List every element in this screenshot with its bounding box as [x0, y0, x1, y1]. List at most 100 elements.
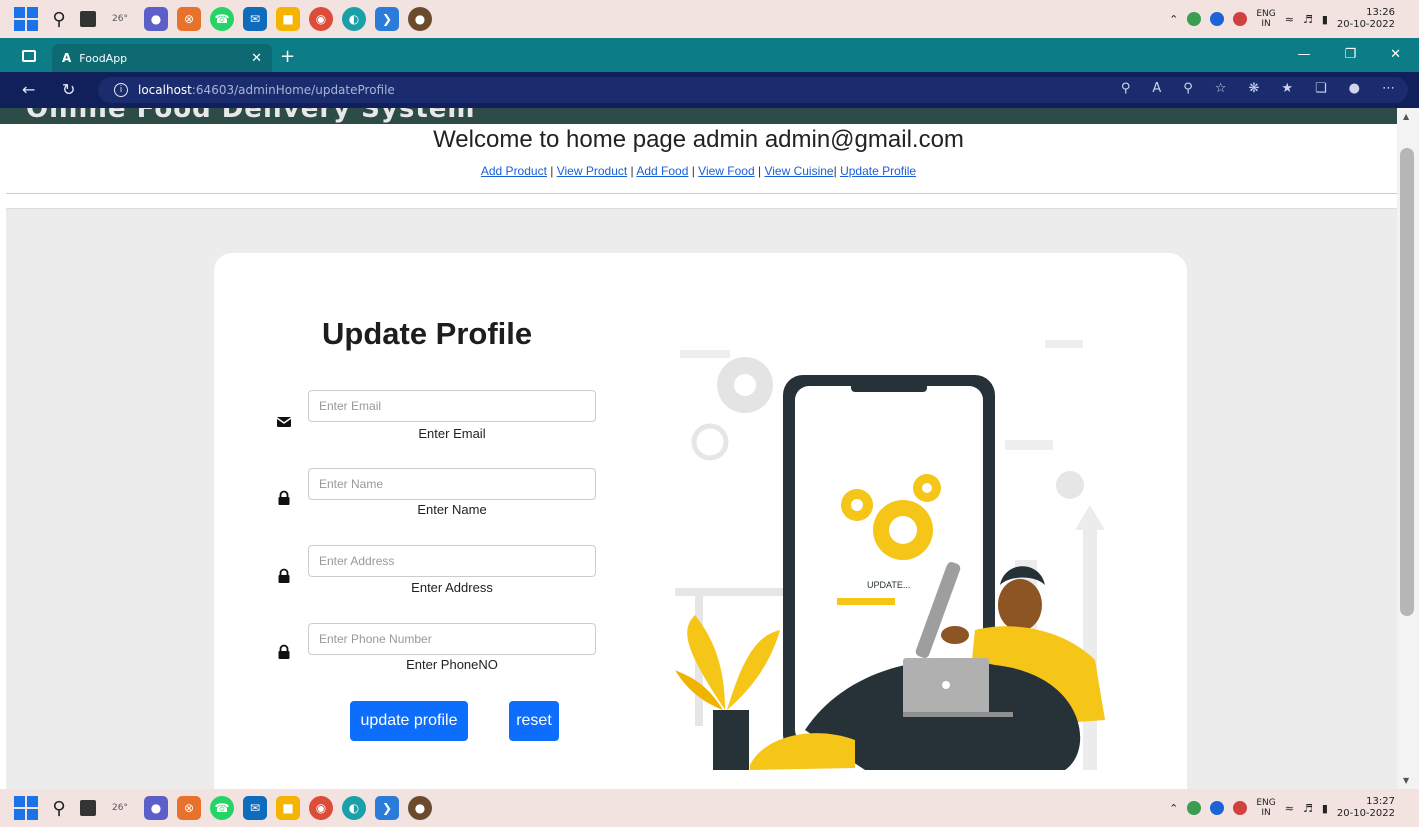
address-label: Enter Address	[411, 580, 493, 595]
nav-update-profile[interactable]: Update Profile	[840, 164, 916, 178]
zoom-icon[interactable]: ⚲	[1183, 81, 1193, 96]
file-explorer-icon[interactable]: ■	[276, 796, 300, 820]
xampp-icon[interactable]: ⊗	[177, 7, 201, 31]
gear-small-icon	[1056, 471, 1084, 499]
gear-bg-hole	[734, 374, 756, 396]
lang-top: ENG	[1256, 9, 1276, 19]
nav-view-product[interactable]: View Product	[557, 164, 627, 178]
app-icon[interactable]: ●	[408, 796, 432, 820]
favorite-add-icon[interactable]: ☆	[1215, 81, 1227, 96]
edge-icon[interactable]: ◐	[342, 7, 366, 31]
taskbar-top: ⚲ 26° ● ⊗ ☎ ✉ ■ ◉ ◐ ❯ ● ⌃ ENG IN ≈ ♬ ▮ 1…	[0, 0, 1419, 38]
vscode-icon[interactable]: ❯	[375, 7, 399, 31]
site-header-band: Online Food Delivery System	[0, 108, 1397, 124]
read-aloud-icon[interactable]: A	[1152, 81, 1161, 96]
search-icon[interactable]: ⚲	[47, 796, 71, 820]
weather-temp: 26°	[112, 14, 128, 24]
edge-icon[interactable]: ◐	[342, 796, 366, 820]
security-icon[interactable]	[1187, 12, 1202, 26]
volume-icon[interactable]: ♬	[1303, 802, 1313, 815]
phone-field[interactable]	[308, 623, 596, 655]
address-field[interactable]	[308, 545, 596, 577]
task-view-icon[interactable]	[80, 800, 96, 816]
wifi-icon[interactable]: ≈	[1285, 802, 1294, 815]
weather-icon[interactable]: 26°	[105, 796, 135, 820]
scroll-up-icon[interactable]: ▲	[1403, 112, 1409, 121]
info-icon[interactable]: i	[114, 83, 128, 97]
whatsapp-icon[interactable]: ☎	[210, 796, 234, 820]
update-profile-button[interactable]: update profile	[350, 701, 468, 741]
network-alert-icon[interactable]	[1233, 801, 1248, 815]
chrome-icon[interactable]: ◉	[309, 7, 333, 31]
form-title: Update Profile	[322, 316, 533, 351]
minimize-icon[interactable]: —	[1297, 47, 1310, 62]
clock[interactable]: 13:27 20-10-2022	[1337, 796, 1395, 820]
close-window-icon[interactable]: ✕	[1390, 47, 1401, 62]
lang-bottom: IN	[1261, 19, 1271, 29]
page-scrollbar[interactable]: ▲ ▼	[1397, 108, 1419, 789]
nav-view-food[interactable]: View Food	[698, 164, 754, 178]
volume-icon[interactable]: ♬	[1303, 13, 1313, 26]
reset-button[interactable]: reset	[509, 701, 559, 741]
clock-date: 20-10-2022	[1336, 19, 1395, 30]
clock[interactable]: 13:26 20-10-2022	[1337, 7, 1395, 31]
key-icon[interactable]: ⚲	[1121, 81, 1131, 96]
new-tab-icon[interactable]: +	[280, 46, 295, 67]
language-indicator[interactable]: ENG IN	[1256, 798, 1275, 818]
site-title: Online Food Delivery System	[26, 108, 476, 124]
chevron-up-icon[interactable]: ⌃	[1169, 13, 1178, 26]
windows-start-icon[interactable]	[14, 796, 38, 820]
chevron-up-icon[interactable]: ⌃	[1169, 802, 1178, 815]
teams-icon[interactable]: ●	[144, 7, 168, 31]
plant-pot	[713, 710, 749, 770]
chrome-icon[interactable]: ◉	[309, 796, 333, 820]
whatsapp-icon[interactable]: ☎	[210, 7, 234, 31]
update-illustration: UPDATE...	[675, 340, 1105, 770]
language-indicator[interactable]: ENG IN	[1256, 9, 1275, 29]
mail-icon[interactable]: ✉	[243, 7, 267, 31]
bluetooth-icon[interactable]	[1210, 12, 1225, 26]
tab-foodapp[interactable]: A FoodApp ✕	[52, 44, 272, 72]
nav-add-product[interactable]: Add Product	[481, 164, 547, 178]
back-icon[interactable]: ←	[22, 80, 35, 99]
extensions-icon[interactable]: ❋	[1248, 81, 1259, 96]
network-alert-icon[interactable]	[1233, 12, 1248, 26]
tab-actions-icon[interactable]	[22, 50, 36, 62]
phone-notch	[851, 382, 927, 392]
lang-bottom: IN	[1261, 808, 1271, 818]
battery-icon[interactable]: ▮	[1322, 802, 1328, 815]
vscode-icon[interactable]: ❯	[375, 796, 399, 820]
nav-add-food[interactable]: Add Food	[636, 164, 688, 178]
lock-icon	[278, 490, 290, 505]
profile-avatar-icon[interactable]: ●	[1349, 81, 1360, 96]
search-icon[interactable]: ⚲	[47, 7, 71, 31]
security-icon[interactable]	[1187, 801, 1202, 815]
url-host: localhost	[138, 83, 192, 97]
email-field[interactable]	[308, 390, 596, 422]
refresh-icon[interactable]: ↻	[62, 80, 75, 99]
file-explorer-icon[interactable]: ■	[276, 7, 300, 31]
teams-icon[interactable]: ●	[144, 796, 168, 820]
name-field[interactable]	[308, 468, 596, 500]
wifi-icon[interactable]: ≈	[1285, 13, 1294, 26]
plant-leaf	[727, 630, 780, 710]
bluetooth-icon[interactable]	[1210, 801, 1225, 815]
scroll-thumb[interactable]	[1400, 148, 1414, 616]
nav-view-cuisine[interactable]: View Cuisine	[764, 164, 833, 178]
xampp-icon[interactable]: ⊗	[177, 796, 201, 820]
close-icon[interactable]: ✕	[251, 51, 262, 66]
collections-icon[interactable]: ❏	[1315, 81, 1327, 96]
clock-time: 13:26	[1366, 7, 1395, 18]
scroll-down-icon[interactable]: ▼	[1403, 776, 1409, 785]
battery-icon[interactable]: ▮	[1322, 13, 1328, 26]
task-view-icon[interactable]	[80, 11, 96, 27]
restore-icon[interactable]: ❐	[1344, 47, 1356, 62]
mail-icon[interactable]: ✉	[243, 796, 267, 820]
windows-start-icon[interactable]	[14, 7, 38, 31]
envelope-icon	[276, 417, 292, 427]
weather-icon[interactable]: 26°	[105, 7, 135, 31]
gear-yellow-hole	[851, 499, 863, 511]
app-icon[interactable]: ●	[408, 7, 432, 31]
favorites-icon[interactable]: ★	[1281, 81, 1293, 96]
more-icon[interactable]: ⋯	[1382, 81, 1395, 96]
